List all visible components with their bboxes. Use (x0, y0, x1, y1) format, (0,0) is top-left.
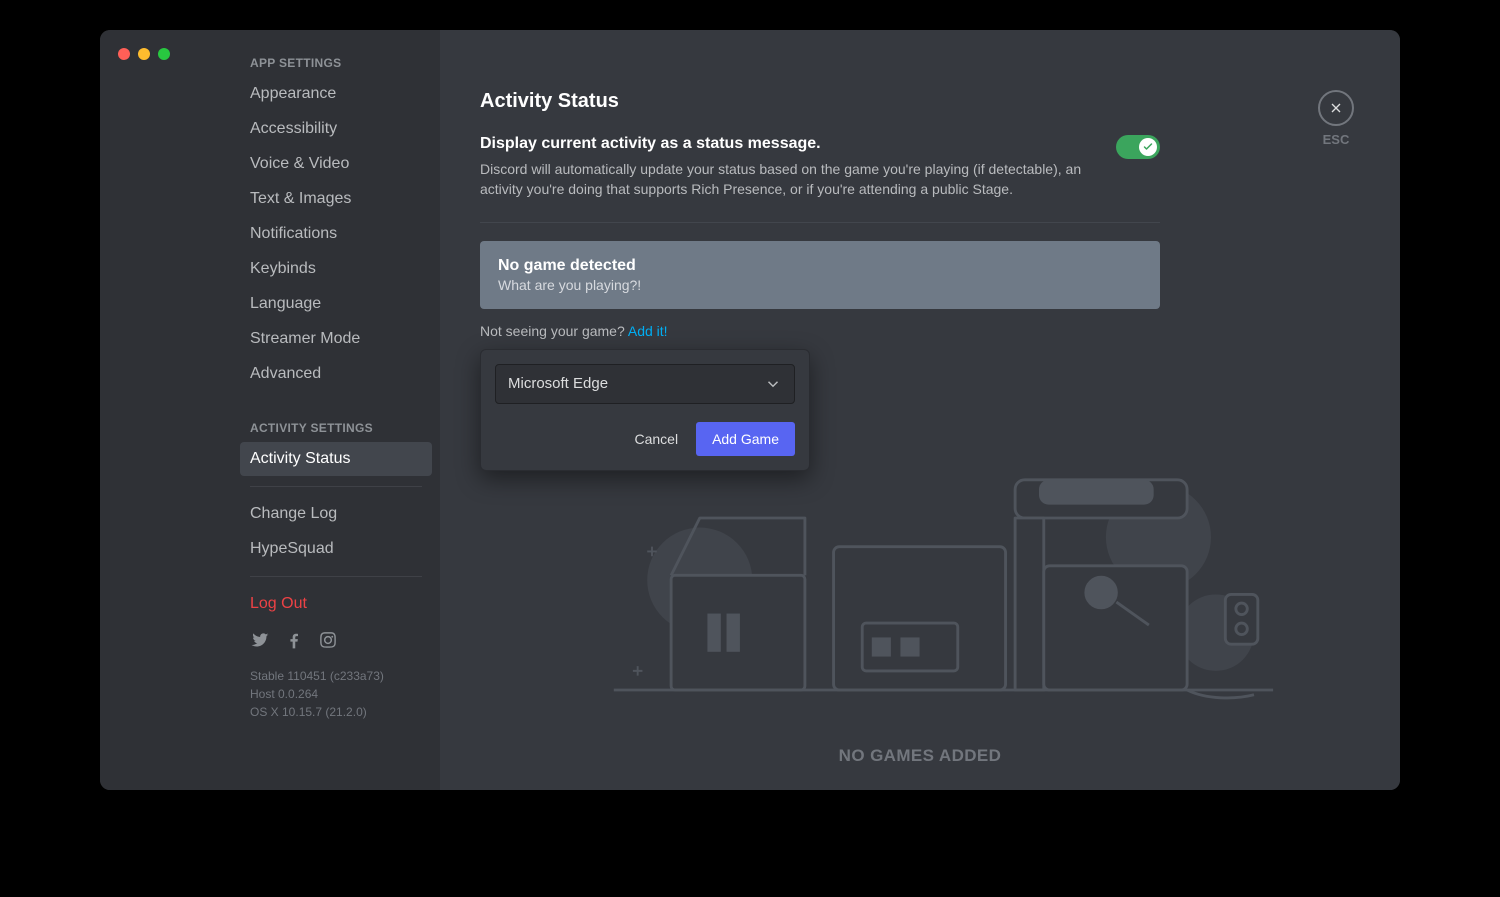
empty-caption-row: NO GAMES ADDED (440, 746, 1400, 766)
window-minimize-icon[interactable] (138, 48, 150, 60)
sidebar-item-notifications[interactable]: Notifications (240, 217, 432, 251)
twitter-icon[interactable] (250, 630, 270, 655)
build-line: Stable 110451 (c233a73) (250, 667, 422, 685)
display-activity-toggle[interactable] (1116, 135, 1160, 159)
check-icon (1142, 141, 1154, 153)
sidebar-item-language[interactable]: Language (240, 287, 432, 321)
window-zoom-icon[interactable] (158, 48, 170, 60)
window-close-icon[interactable] (118, 48, 130, 60)
sidebar-item-text-images[interactable]: Text & Images (240, 182, 432, 216)
settings-window: APP SETTINGS Appearance Accessibility Vo… (100, 30, 1400, 790)
sidebar-item-voice-video[interactable]: Voice & Video (240, 147, 432, 181)
settings-content: ESC Activity Status Display current acti… (440, 30, 1400, 790)
chevron-down-icon (764, 375, 782, 393)
toggle-knob (1139, 138, 1157, 156)
sidebar-divider (250, 576, 422, 577)
sidebar-item-activity-status[interactable]: Activity Status (240, 442, 432, 476)
sidebar-item-hypesquad[interactable]: HypeSquad (240, 532, 432, 566)
add-game-hint: Not seeing your game? Add it! (480, 323, 1160, 339)
sidebar-item-streamer-mode[interactable]: Streamer Mode (240, 322, 432, 356)
cancel-button[interactable]: Cancel (620, 422, 692, 456)
build-line: Host 0.0.264 (250, 685, 422, 703)
sidebar-item-accessibility[interactable]: Accessibility (240, 112, 432, 146)
setting-label: Display current activity as a status mes… (480, 135, 1096, 153)
build-line: OS X 10.15.7 (21.2.0) (250, 703, 422, 721)
setting-display-activity: Display current activity as a status mes… (480, 135, 1160, 200)
facebook-icon[interactable] (284, 630, 304, 655)
esc-label: ESC (1323, 132, 1350, 147)
sidebar-item-appearance[interactable]: Appearance (240, 77, 432, 111)
window-controls (118, 48, 170, 60)
detected-game-subtitle: What are you playing?! (498, 277, 1142, 293)
sidebar-item-change-log[interactable]: Change Log (240, 497, 432, 531)
section-header-app-settings: APP SETTINGS (240, 40, 432, 76)
game-select-value: Microsoft Edge (508, 375, 608, 392)
instagram-icon[interactable] (318, 630, 338, 655)
content-divider (480, 222, 1160, 223)
add-it-link[interactable]: Add it! (628, 323, 668, 339)
empty-state-caption: NO GAMES ADDED (440, 746, 1400, 766)
close-icon (1328, 100, 1344, 116)
section-header-activity-settings: ACTIVITY SETTINGS (240, 405, 432, 441)
sidebar-item-keybinds[interactable]: Keybinds (240, 252, 432, 286)
social-links (240, 622, 432, 659)
close-button[interactable] (1318, 90, 1354, 126)
sidebar-item-advanced[interactable]: Advanced (240, 357, 432, 391)
game-select[interactable]: Microsoft Edge (495, 364, 795, 404)
detected-game-title: No game detected (498, 257, 1142, 275)
add-game-button[interactable]: Add Game (696, 422, 795, 456)
settings-sidebar: APP SETTINGS Appearance Accessibility Vo… (100, 30, 440, 790)
hint-text: Not seeing your game? (480, 323, 628, 339)
sidebar-item-logout[interactable]: Log Out (240, 587, 432, 621)
build-info: Stable 110451 (c233a73) Host 0.0.264 OS … (240, 659, 432, 729)
page-title: Activity Status (480, 90, 1160, 113)
close-pane: ESC (1318, 90, 1354, 147)
detected-game-box: No game detected What are you playing?! (480, 241, 1160, 309)
sidebar-divider (250, 486, 422, 487)
setting-description: Discord will automatically update your s… (480, 159, 1096, 200)
add-game-popover: Microsoft Edge Cancel Add Game (480, 349, 810, 471)
